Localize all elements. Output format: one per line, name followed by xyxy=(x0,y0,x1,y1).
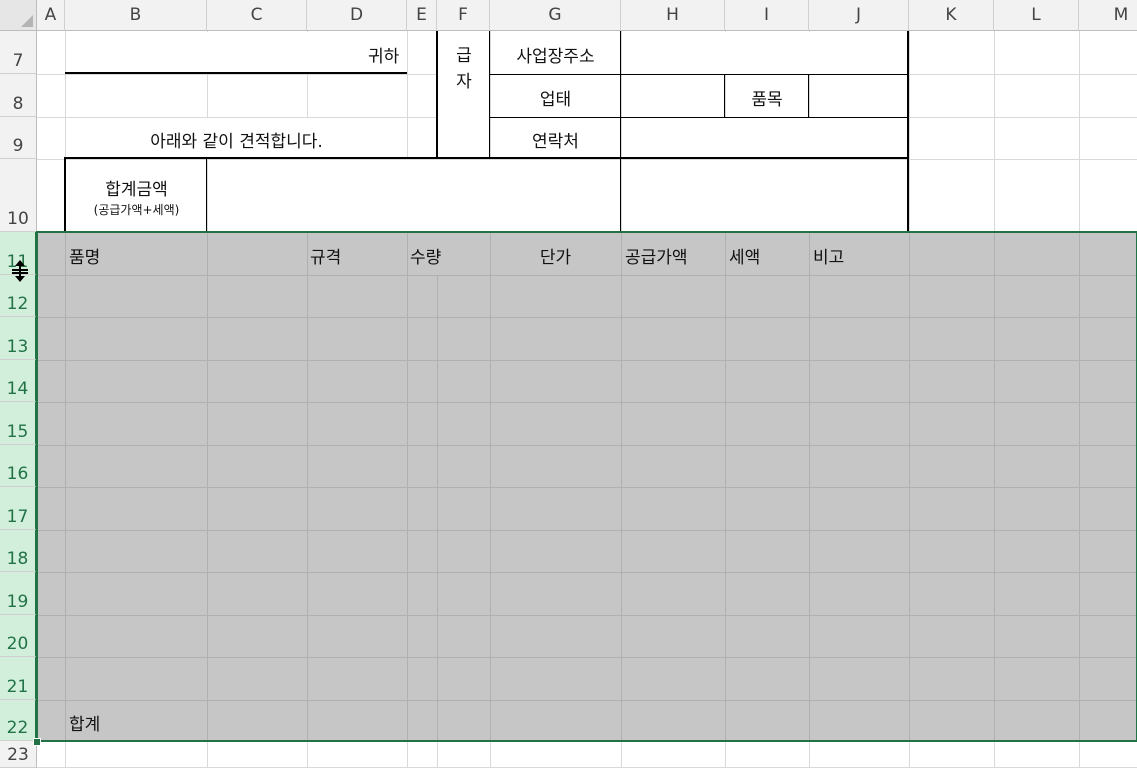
row-header-19[interactable]: 19 xyxy=(0,572,37,615)
row-header-13[interactable]: 13 xyxy=(0,317,37,360)
selection-gridline xyxy=(725,232,726,741)
row-header-20[interactable]: 20 xyxy=(0,615,37,657)
column-header-j[interactable]: J xyxy=(809,0,909,31)
row-header-22[interactable]: 22 xyxy=(0,700,37,741)
merged-cell-total-value[interactable] xyxy=(208,160,620,232)
select-all-triangle-icon xyxy=(21,15,33,27)
spreadsheet-grid[interactable]: A B C D E F G H I J K L M 7 8 9 10 11 12… xyxy=(0,0,1137,768)
selection-gridline xyxy=(37,402,1137,403)
selection-gridline xyxy=(909,232,910,741)
row-header-14[interactable]: 14 xyxy=(0,360,37,402)
column-header-k[interactable]: K xyxy=(909,0,994,31)
row-header-10[interactable]: 10 xyxy=(0,159,37,232)
recipient-suffix: 귀하 xyxy=(368,47,400,67)
row-header-17[interactable]: 17 xyxy=(0,487,37,530)
selection-gridline xyxy=(37,657,1137,658)
header-item-name: 품명 xyxy=(69,248,101,268)
merged-cell-contact-value[interactable] xyxy=(622,118,908,158)
column-header-l[interactable]: L xyxy=(994,0,1079,31)
header-note: 비고 xyxy=(813,248,845,268)
selection-gridline xyxy=(307,232,308,741)
contact-label: 연락처 xyxy=(532,132,579,152)
row-header-21[interactable]: 21 xyxy=(0,657,37,700)
column-header-h[interactable]: H xyxy=(621,0,725,31)
address-label: 사업장주소 xyxy=(516,47,595,67)
form-border xyxy=(620,159,621,232)
total-amount-sub: (공급가액+세액) xyxy=(93,203,180,217)
selection-gridline xyxy=(37,530,1137,531)
form-border xyxy=(65,157,909,159)
row-header-23[interactable]: 23 xyxy=(0,741,37,768)
fill-handle[interactable] xyxy=(33,738,41,746)
form-border xyxy=(490,117,909,118)
selection-gridline xyxy=(490,232,491,741)
selection-gridline xyxy=(994,232,995,741)
header-spec: 규격 xyxy=(310,248,342,268)
row-header-8[interactable]: 8 xyxy=(0,74,37,117)
row-header-18[interactable]: 18 xyxy=(0,530,37,572)
selection-gridline xyxy=(37,275,1137,276)
column-header-f[interactable]: F xyxy=(437,0,490,31)
column-header-i[interactable]: I xyxy=(725,0,809,31)
supplier-char-2: 자 xyxy=(456,72,472,92)
row-header-15[interactable]: 15 xyxy=(0,402,37,445)
column-header-a[interactable]: A xyxy=(37,0,65,31)
selection-gridline xyxy=(37,572,1137,573)
column-header-c[interactable]: C xyxy=(207,0,307,31)
total-row-label: 합계 xyxy=(69,715,101,735)
column-header-d[interactable]: D xyxy=(307,0,407,31)
merged-cell-recipient[interactable] xyxy=(66,32,407,74)
column-header-b[interactable]: B xyxy=(65,0,207,31)
header-tax: 세액 xyxy=(729,248,761,268)
selection-gridline xyxy=(809,232,810,741)
row-resize-cursor-icon xyxy=(12,260,28,282)
selection-gridline xyxy=(37,360,1137,361)
recipient-underline xyxy=(65,72,407,74)
form-border xyxy=(907,31,909,232)
merged-cell-address-value[interactable] xyxy=(622,32,908,74)
business-type-label: 업태 xyxy=(539,90,572,110)
total-amount-label: 합계금액 xyxy=(105,180,168,200)
selection-gridline xyxy=(207,232,208,741)
header-unit-price: 단가 xyxy=(539,248,572,268)
statement-text: 아래와 같이 견적합니다. xyxy=(150,132,323,152)
row-header-7[interactable]: 7 xyxy=(0,31,37,74)
selection-gridline xyxy=(65,232,66,741)
column-header-e[interactable]: E xyxy=(407,0,437,31)
selection-gridline xyxy=(37,317,1137,318)
supplier-char-1: 급 xyxy=(456,46,472,66)
row-header-16[interactable]: 16 xyxy=(0,445,37,487)
item-label: 품목 xyxy=(751,90,783,110)
selection-gridline xyxy=(37,615,1137,616)
header-quantity: 수량 xyxy=(410,248,442,268)
row-header-9[interactable]: 9 xyxy=(0,117,37,159)
header-supply-amount: 공급가액 xyxy=(625,248,688,268)
selection-gridline xyxy=(37,700,1137,701)
selection-gridline xyxy=(37,445,1137,446)
column-header-m[interactable]: M xyxy=(1079,0,1137,31)
column-header-g[interactable]: G xyxy=(490,0,621,31)
merged-cell-total-extra[interactable] xyxy=(622,160,908,232)
selection-gridline xyxy=(621,232,622,741)
select-all-corner[interactable] xyxy=(0,0,37,31)
selection-gridline xyxy=(37,487,1137,488)
form-border xyxy=(490,74,909,75)
selection-gridline xyxy=(1079,232,1080,741)
selection-gridline xyxy=(437,275,438,741)
selection-gridline xyxy=(407,232,408,741)
